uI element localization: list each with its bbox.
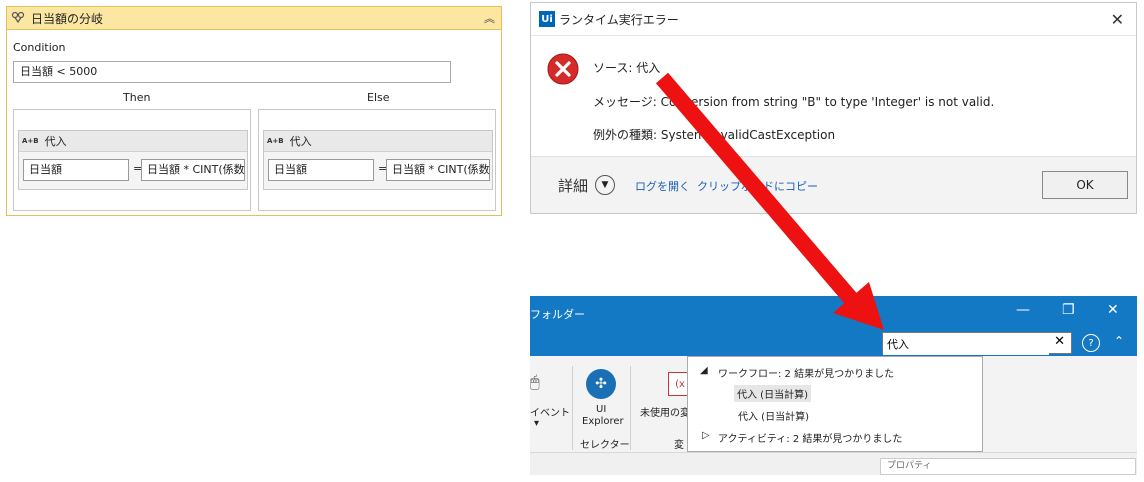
variable-group-label: 変 [674,440,684,451]
activity-results-header[interactable]: アクティビティ: 2 結果が見つかりました [718,430,902,445]
copy-to-clipboard-link[interactable]: クリップボードにコピー [697,178,818,194]
error-source: ソース: 代入 [593,61,661,75]
dialog-footer: 詳細 ▼ ログを開く クリップボードにコピー OK [531,156,1136,213]
search-results-dropdown: ◢ ワークフロー: 2 結果が見つかりました 代入 (日当計算) 代入 (日当計… [687,356,983,452]
ui-explorer-label-2[interactable]: Explorer [582,416,624,427]
minimize-icon[interactable]: — [1016,302,1030,318]
if-activity-icon [11,11,25,24]
else-assign-title: 代入 [289,135,312,148]
if-activity-title: 日当額の分岐 [31,11,104,26]
ribbon-separator [630,366,631,450]
assign-icon: A+B [22,137,39,145]
unused-variables-label[interactable]: 未使用の変 [640,404,690,419]
runtime-error-dialog: Ui ランタイム実行エラー ✕ ソース: 代入 メッセージ: Conversio… [530,2,1137,214]
ui-explorer-label-1[interactable]: UI [596,404,606,415]
assign-icon: A+B [267,137,284,145]
else-assign-header[interactable]: A+B 代入 [264,131,492,152]
then-assign-value-field[interactable]: 日当額 * CINT(係数 [141,159,245,181]
condition-input[interactable]: 日当額 < 5000 [13,61,451,83]
error-message: メッセージ: Conversion from string "B" to typ… [593,95,995,109]
error-exception-type: 例外の種類: System.InvalidCastException [593,128,836,142]
else-assign-to-field[interactable]: 日当額 [268,159,374,181]
chevron-down-icon[interactable]: ▾ [534,418,539,429]
if-activity[interactable]: 日当額の分岐 ︽ Condition 日当額 < 5000 Then Else … [6,6,502,216]
collapse-icon[interactable]: ︽ [484,10,495,26]
restore-icon[interactable]: ❐ [1062,302,1075,318]
close-icon[interactable]: ✕ [1107,302,1119,318]
else-assign-value-field[interactable]: 日当額 * CINT(係数 [386,159,490,181]
studio-titlebar: フォルダー — ❐ ✕ ✕ ? ⌃ [530,296,1137,356]
then-branch[interactable]: A+B 代入 日当額 = 日当額 * CINT(係数 [13,109,251,211]
then-assign-title: 代入 [44,135,67,148]
uipath-logo-icon: Ui [539,11,555,27]
mouse-event-icon: 🖱 [530,372,540,391]
collapse-ribbon-icon[interactable]: ⌃ [1114,334,1124,348]
folder-title: フォルダー [530,308,585,321]
search-result-item[interactable]: 代入 (日当計算) [734,385,811,402]
else-branch[interactable]: A+B 代入 日当額 = 日当額 * CINT(係数 [258,109,496,211]
dialog-title: ランタイム実行エラー [559,12,679,27]
ui-explorer-icon[interactable]: ✣ [586,369,616,399]
then-assign-activity[interactable]: A+B 代入 日当額 = 日当額 * CINT(係数 [18,130,248,190]
else-label: Else [367,91,390,104]
then-label: Then [123,91,151,104]
open-log-link[interactable]: ログを開く [635,178,690,194]
studio-panel-strip: プロパティ [530,452,1137,475]
studio-window: フォルダー — ❐ ✕ ✕ ? ⌃ 🖱 イベント ▾ ✣ UI Explorer… [530,296,1137,475]
selector-group-label: セレクター [580,440,630,451]
workflow-results-header[interactable]: ワークフロー: 2 結果が見つかりました [718,365,894,380]
close-icon[interactable]: ✕ [1111,10,1124,29]
then-assign-header[interactable]: A+B 代入 [19,131,247,152]
event-button-label[interactable]: イベント [530,404,570,419]
expand-down-icon[interactable]: ◢ [700,365,708,376]
properties-panel-tab[interactable]: プロパティ [880,458,1136,475]
search-result-item[interactable]: 代入 (日当計算) [738,408,809,423]
help-icon[interactable]: ? [1082,334,1100,352]
search-box[interactable]: ✕ [882,332,1072,355]
chevron-down-icon[interactable]: ▼ [595,175,615,195]
condition-label: Condition [13,41,66,54]
then-assign-to-field[interactable]: 日当額 [23,159,129,181]
if-activity-header[interactable]: 日当額の分岐 ︽ [7,7,501,30]
error-icon [547,53,579,85]
details-toggle-label[interactable]: 詳細 [558,175,588,196]
expand-right-icon[interactable]: ▷ [702,430,710,441]
clear-search-icon[interactable]: ✕ [1054,334,1065,349]
else-assign-activity[interactable]: A+B 代入 日当額 = 日当額 * CINT(係数 [263,130,493,190]
dialog-titlebar: Ui ランタイム実行エラー ✕ [531,3,1136,36]
ribbon-separator [572,366,573,450]
ok-button[interactable]: OK [1042,171,1128,199]
search-input[interactable] [883,333,1049,355]
